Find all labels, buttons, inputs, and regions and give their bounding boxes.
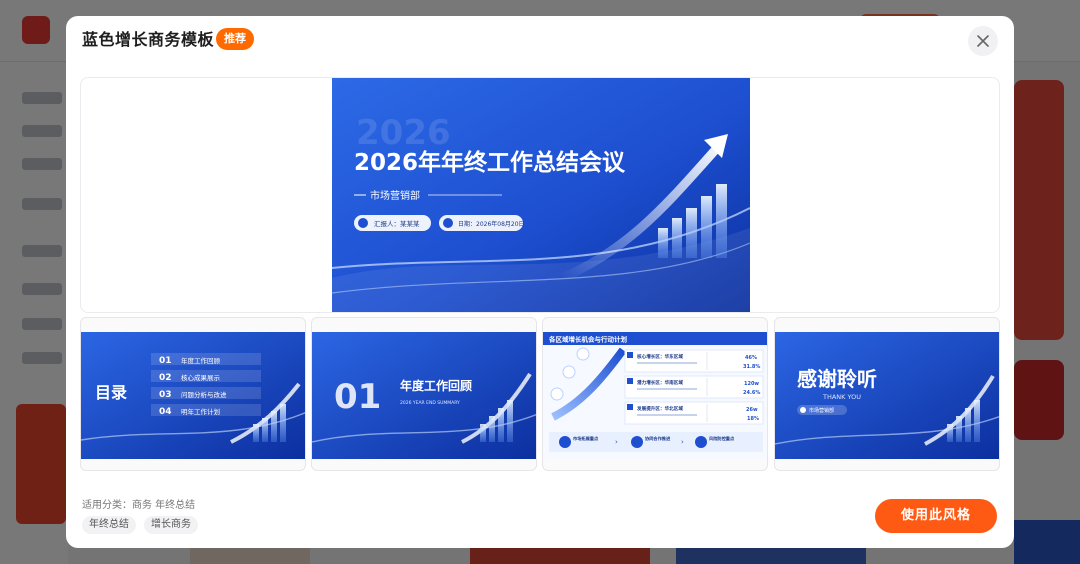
plan-step: 风险防控重点 xyxy=(709,435,735,442)
plan-row-value: 24.6% xyxy=(743,390,760,396)
section-number: 01 xyxy=(334,377,381,417)
toc-num: 04 xyxy=(159,407,172,417)
toc-label: 年度工作回顾 xyxy=(181,356,221,365)
thumbnail-strip: 目录 01 年度工作回顾 02 核心成果展示 03 问题分析与改进 04 明年工… xyxy=(80,317,1000,471)
toc-heading: 目录 xyxy=(95,383,127,402)
plan-step: 协同合作推进 xyxy=(645,435,671,442)
thanks-department: 市场营销部 xyxy=(809,407,834,414)
cover-date: 日期：2026年08月20日 xyxy=(458,220,525,228)
toc-label: 问题分析与改进 xyxy=(181,390,227,399)
section-subtitle: 2026 YEAR END SUMMARY xyxy=(400,400,460,406)
thumbnail-section[interactable]: 01 年度工作回顾 2026 YEAR END SUMMARY xyxy=(311,317,537,471)
plan-row-title: 核心增长区：华东区域 xyxy=(637,353,683,360)
plan-step: 市场拓展重点 xyxy=(573,435,599,442)
svg-text:›: › xyxy=(615,438,618,446)
category-line: 适用分类：商务 年终总结 xyxy=(82,500,196,511)
svg-text:›: › xyxy=(681,438,684,446)
thanks-title: 感谢聆听 xyxy=(797,367,877,391)
toc-num: 03 xyxy=(159,390,172,400)
use-style-button[interactable]: 使用此风格 xyxy=(875,499,997,533)
plan-row-value: 26w xyxy=(746,407,758,413)
template-preview-modal: 蓝色增长商务模板 推荐 2026 2026年年终工作总结会议 市场营销部 汇报人… xyxy=(66,16,1014,548)
tag-growth-business[interactable]: 增长商务 xyxy=(144,516,198,534)
thumbnail-plan[interactable]: 各区域增长机会与行动计划 核心增长区：华东区域 潜力增长区：华南区域 发展提升区… xyxy=(542,317,768,471)
cover-title: 2026年年终工作总结会议 xyxy=(354,149,626,176)
section-title: 年度工作回顾 xyxy=(400,378,472,393)
toc-label: 明年工作计划 xyxy=(181,407,220,416)
main-preview: 2026 2026年年终工作总结会议 市场营销部 汇报人：某某某 日期：2026… xyxy=(80,77,1000,313)
plan-row-title: 发展提升区：华北区域 xyxy=(636,405,683,412)
cover-department: 市场营销部 xyxy=(370,189,420,202)
close-button[interactable] xyxy=(968,26,998,56)
toc-label: 核心成果展示 xyxy=(181,373,221,382)
modal-title: 蓝色增长商务模板 xyxy=(82,30,215,49)
toc-num: 02 xyxy=(159,373,172,383)
close-icon xyxy=(977,35,989,47)
thumbnail-thanks[interactable]: 感谢聆听 THANK YOU 市场营销部 xyxy=(774,317,1000,471)
tag-year-end[interactable]: 年终总结 xyxy=(82,516,136,534)
toc-num: 01 xyxy=(159,356,172,366)
plan-row-title: 潜力增长区：华南区域 xyxy=(637,379,683,386)
plan-row-value: 31.8% xyxy=(743,364,760,370)
plan-header: 各区域增长机会与行动计划 xyxy=(548,335,628,344)
cover-bg-number: 2026 xyxy=(356,113,451,153)
cover-reporter: 汇报人：某某某 xyxy=(374,219,420,228)
plan-row-value: 46% xyxy=(745,355,757,361)
thumbnail-toc[interactable]: 目录 01 年度工作回顾 02 核心成果展示 03 问题分析与改进 04 明年工… xyxy=(80,317,306,471)
plan-row-value: 18% xyxy=(747,416,759,422)
tag-list: 年终总结 增长商务 xyxy=(82,516,198,534)
plan-row-value: 120w xyxy=(744,381,759,387)
recommended-badge: 推荐 xyxy=(216,28,254,50)
cover-slide[interactable]: 2026 2026年年终工作总结会议 市场营销部 汇报人：某某某 日期：2026… xyxy=(332,78,750,312)
thanks-subtitle: THANK YOU xyxy=(822,393,861,401)
